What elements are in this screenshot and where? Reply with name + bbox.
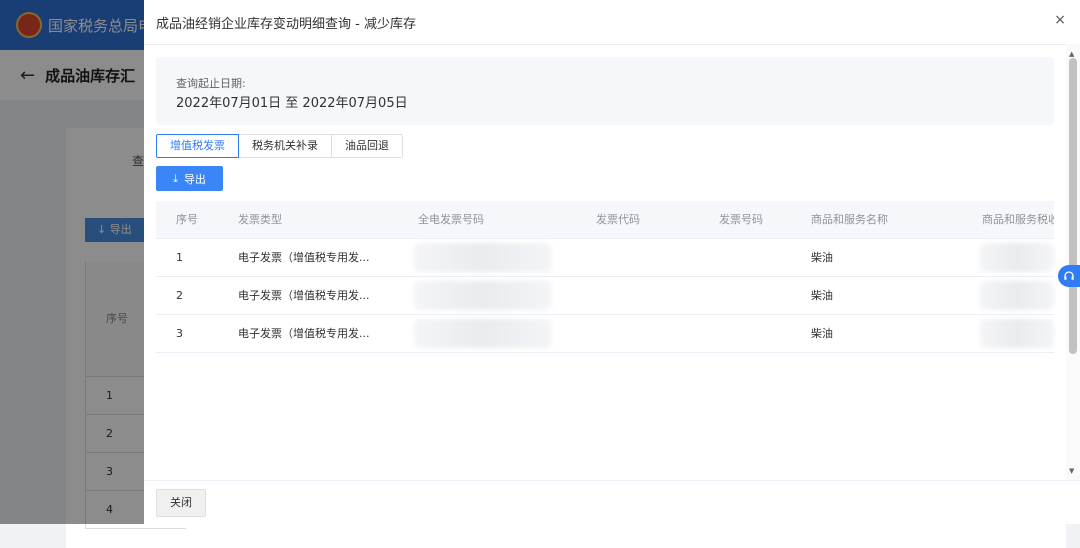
redacted-tax-code <box>980 243 1054 272</box>
download-icon: ⤓ <box>173 171 178 185</box>
detail-table: 序号 发票类型 全电发票号码 发票代码 发票号码 商品和服务名称 商品和服务税收… <box>156 201 1054 353</box>
table-row[interactable]: 1 电子发票（增值税专用发... 柴油 <box>156 239 1054 277</box>
query-info-box: 查询起止日期: 2022年07月01日 至 2022年07月05日 <box>156 57 1054 125</box>
scroll-up-icon[interactable]: ▲ <box>1069 50 1074 58</box>
cell-goods-name: 柴油 <box>811 251 833 264</box>
tab-oil-return[interactable]: 油品回退 <box>331 134 403 158</box>
table-row[interactable]: 2 电子发票（增值税专用发... 柴油 <box>156 277 1054 315</box>
col-header-goods-name: 商品和服务名称 <box>811 213 888 226</box>
tab-tax-authority-supplement[interactable]: 税务机关补录 <box>238 134 332 158</box>
drawer-footer: 关闭 <box>144 480 1080 525</box>
cell-invoice-type: 电子发票（增值税专用发... <box>238 289 370 302</box>
redacted-tax-code <box>980 319 1054 348</box>
customer-service-button[interactable] <box>1058 265 1080 287</box>
cell-seq: 3 <box>176 327 183 340</box>
detail-drawer: 成品油经销企业库存变动明细查询 - 减少库存 × 查询起止日期: 2022年07… <box>144 0 1080 524</box>
redacted-invoice-number <box>414 243 552 272</box>
cell-seq: 1 <box>176 251 183 264</box>
col-header-invoice-no: 发票号码 <box>719 213 763 226</box>
col-header-invoice-code: 发票代码 <box>596 213 640 226</box>
export-button[interactable]: ⤓ 导出 <box>156 166 223 191</box>
export-button-label: 导出 <box>183 172 206 186</box>
cell-seq: 2 <box>176 289 183 302</box>
headset-icon <box>1064 271 1074 280</box>
cell-invoice-type: 电子发票（增值税专用发... <box>238 327 370 340</box>
cell-goods-name: 柴油 <box>811 289 833 302</box>
scroll-down-icon[interactable]: ▼ <box>1069 467 1074 475</box>
query-date-range: 2022年07月01日 至 2022年07月05日 <box>176 96 408 111</box>
tab-vat-invoice[interactable]: 增值税发票 <box>156 134 239 158</box>
close-icon[interactable]: × <box>1054 12 1066 28</box>
drawer-title: 成品油经销企业库存变动明细查询 - 减少库存 <box>156 17 416 32</box>
invoice-source-tabs: 增值税发票 税务机关补录 油品回退 <box>156 134 403 158</box>
scrollbar-thumb[interactable] <box>1069 58 1077 354</box>
table-row[interactable]: 3 电子发票（增值税专用发... 柴油 <box>156 315 1054 353</box>
close-button[interactable]: 关闭 <box>156 489 206 517</box>
cell-invoice-type: 电子发票（增值税专用发... <box>238 251 370 264</box>
cell-goods-name: 柴油 <box>811 327 833 340</box>
redacted-invoice-number <box>414 281 552 310</box>
col-header-seq: 序号 <box>176 213 198 226</box>
redacted-invoice-number <box>414 319 552 348</box>
col-header-invoice-type: 发票类型 <box>238 213 282 226</box>
query-date-label: 查询起止日期: <box>176 77 246 90</box>
table-header-row: 序号 发票类型 全电发票号码 发票代码 发票号码 商品和服务名称 商品和服务税收 <box>156 201 1054 239</box>
col-header-invoice-number: 全电发票号码 <box>418 213 484 226</box>
drawer-header: 成品油经销企业库存变动明细查询 - 减少库存 × <box>144 0 1080 45</box>
col-header-tax-code: 商品和服务税收 <box>982 213 1054 226</box>
redacted-tax-code <box>980 281 1054 310</box>
